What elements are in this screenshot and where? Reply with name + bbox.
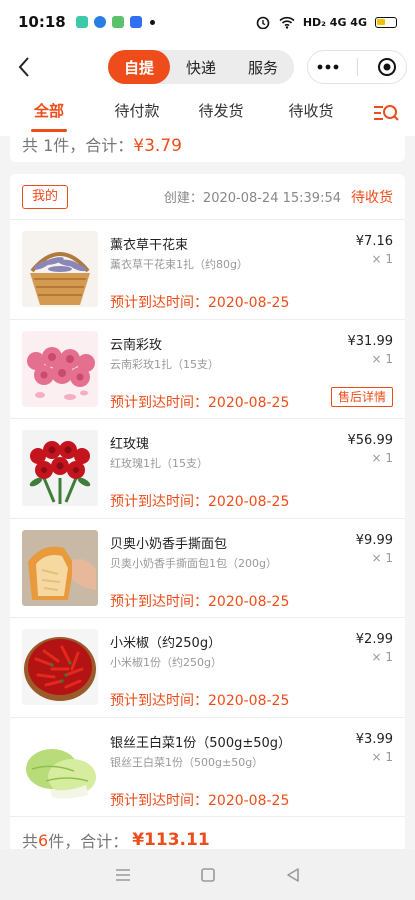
more-notifications-icon xyxy=(149,19,155,25)
segment-pickup[interactable]: 自提 xyxy=(108,50,170,84)
pink-roses-image xyxy=(22,330,98,407)
order-item[interactable]: 贝奥小奶香手撕面包 贝奥小奶香手撕面包1包（200g） 预计到达时间：2020-… xyxy=(10,519,405,618)
app-notification-icon xyxy=(93,16,106,28)
order-item[interactable]: 红玫瑰 红玫瑰1扎（15支） 预计到达时间：2020-08-25 ¥56.99 … xyxy=(10,419,405,519)
order-item[interactable]: 云南彩玫 云南彩玫1扎（15支） 预计到达时间：2020-08-25 ¥31.9… xyxy=(10,320,405,419)
item-name: 贝奥小奶香手撕面包 xyxy=(110,536,228,552)
item-eta: 预计到达时间：2020-08-25 xyxy=(110,792,290,809)
item-spec: 云南彩玫1扎（15支） xyxy=(110,357,219,371)
item-quantity: × 1 xyxy=(371,252,393,266)
tab-all[interactable]: 全部 xyxy=(0,90,98,136)
item-spec: 薰衣草干花束1扎（约80g） xyxy=(110,258,248,271)
back-button[interactable] xyxy=(6,49,42,85)
total-prefix: 共 xyxy=(22,832,39,849)
after-sale-details-button[interactable]: 售后详情 xyxy=(330,386,393,407)
segment-service[interactable]: 服务 xyxy=(232,50,294,84)
order-tabs: 全部 待付款 待发货 待收货 xyxy=(0,90,415,136)
tab-pending-payment[interactable]: 待付款 xyxy=(98,90,176,136)
item-eta: 预计到达时间：2020-08-25 xyxy=(110,693,290,709)
system-nav-bar xyxy=(0,849,415,900)
status-indicators: HD₂ 4G 4G xyxy=(255,15,397,29)
item-price: ¥2.99 xyxy=(355,632,393,647)
order-status: 待收货 xyxy=(351,189,393,206)
clock: 10:18 xyxy=(18,13,66,31)
lavender-bouquet-image xyxy=(22,231,98,307)
item-eta: 预计到达时间：2020-08-25 xyxy=(110,295,290,311)
total-label: 件，合计： xyxy=(48,832,129,849)
red-roses-image xyxy=(22,430,98,506)
status-bar: 10:18 HD₂ 4G 4G xyxy=(0,0,415,44)
header: 自提 快递 服务 xyxy=(0,44,415,90)
tab-pending-shipment[interactable]: 待发货 xyxy=(176,90,266,136)
item-spec: 银丝王白菜1份（500g±50g） xyxy=(110,755,264,769)
item-eta: 预计到达时间：2020-08-25 xyxy=(110,494,290,510)
tab-pending-receipt[interactable]: 待收货 xyxy=(266,90,356,136)
item-spec: 小米椒1份（约250g） xyxy=(110,656,222,669)
item-quantity: × 1 xyxy=(371,650,393,664)
napa-cabbage-image xyxy=(22,728,98,805)
more-icon[interactable] xyxy=(317,64,339,70)
capsule-divider xyxy=(357,58,359,76)
close-miniprogram-icon[interactable] xyxy=(377,57,397,77)
previous-order-card[interactable]: 共 1件，合计： ¥3.79 xyxy=(10,136,405,162)
bread-image xyxy=(22,529,98,606)
previous-order-count: 共 1件，合计： xyxy=(22,136,134,155)
previous-order-total: ¥3.79 xyxy=(133,136,182,156)
miniprogram-capsule xyxy=(307,50,407,84)
list-search-icon xyxy=(373,105,399,121)
order-total: 共 6 件，合计： ¥113.11 xyxy=(10,817,405,849)
item-price: ¥7.16 xyxy=(355,234,393,249)
order-list[interactable]: 共 1件，合计： ¥3.79 我的 创建：2020-08-24 15:39:54… xyxy=(0,136,415,849)
order-card[interactable]: 我的 创建：2020-08-24 15:39:54 待收货 薰衣草干花束 薰衣草… xyxy=(10,174,405,849)
network-label: HD₂ 4G 4G xyxy=(302,15,367,29)
order-item-info: 薰衣草干花束 薰衣草干花束1扎（约80g） 预计到达时间：2020-08-25 … xyxy=(110,231,393,319)
back-triangle-icon[interactable] xyxy=(285,867,301,883)
app-notification-icon xyxy=(129,16,142,28)
order-item[interactable]: 薰衣草干花束 薰衣草干花束1扎（约80g） 预计到达时间：2020-08-25 … xyxy=(10,220,405,320)
order-item[interactable]: 小米椒（约250g） 小米椒1份（约250g） 预计到达时间：2020-08-2… xyxy=(10,618,405,718)
item-price: ¥56.99 xyxy=(347,433,394,448)
item-name: 薰衣草干花束 xyxy=(110,238,189,253)
item-price: ¥9.99 xyxy=(355,532,393,548)
item-eta: 预计到达时间：2020-08-25 xyxy=(110,593,290,610)
alarm-icon xyxy=(256,16,270,29)
order-item-info: 红玫瑰 红玫瑰1扎（15支） 预计到达时间：2020-08-25 ¥56.99 … xyxy=(110,430,393,518)
order-item-info: 银丝王白菜1份（500g±50g） 银丝王白菜1份（500g±50g） 预计到达… xyxy=(110,729,393,817)
battery-icon xyxy=(375,16,397,28)
chevron-left-icon xyxy=(18,57,29,77)
item-price: ¥31.99 xyxy=(347,333,394,349)
segment-express[interactable]: 快递 xyxy=(170,50,232,84)
app-notification-icon xyxy=(111,16,124,28)
item-quantity: × 1 xyxy=(371,550,393,565)
delivery-mode-switch: 自提 快递 服务 xyxy=(108,50,294,84)
menu-icon[interactable] xyxy=(114,867,132,883)
item-spec: 红玫瑰1扎（15支） xyxy=(110,457,208,470)
order-item[interactable]: 银丝王白菜1份（500g±50g） 银丝王白菜1份（500g±50g） 预计到达… xyxy=(10,718,405,817)
item-price: ¥3.99 xyxy=(355,731,393,747)
order-item-info: 小米椒（约250g） 小米椒1份（约250g） 预计到达时间：2020-08-2… xyxy=(110,629,393,717)
item-name: 银丝王白菜1份（500g±50g） xyxy=(110,735,292,751)
item-name: 小米椒（约250g） xyxy=(110,636,222,651)
red-chili-image xyxy=(22,629,98,705)
app-notification-icon xyxy=(75,16,88,28)
total-amount: ¥113.11 xyxy=(132,830,210,849)
order-item-info: 贝奥小奶香手撕面包 贝奥小奶香手撕面包1包（200g） 预计到达时间：2020-… xyxy=(110,530,393,618)
home-icon[interactable] xyxy=(200,867,216,883)
order-created-time: 创建：2020-08-24 15:39:54 xyxy=(163,191,341,206)
item-quantity: × 1 xyxy=(371,351,393,366)
order-owner-badge: 我的 xyxy=(22,184,69,209)
total-count: 6 xyxy=(38,830,49,850)
search-orders-button[interactable] xyxy=(356,103,415,123)
item-quantity: × 1 xyxy=(371,749,393,764)
order-header: 我的 创建：2020-08-24 15:39:54 待收货 xyxy=(10,174,405,220)
item-quantity: × 1 xyxy=(371,451,393,465)
item-eta: 预计到达时间：2020-08-25 xyxy=(110,394,290,411)
order-item-info: 云南彩玫 云南彩玫1扎（15支） 预计到达时间：2020-08-25 ¥31.9… xyxy=(110,331,393,419)
wifi-icon xyxy=(279,16,295,29)
item-spec: 贝奥小奶香手撕面包1包（200g） xyxy=(110,556,277,570)
